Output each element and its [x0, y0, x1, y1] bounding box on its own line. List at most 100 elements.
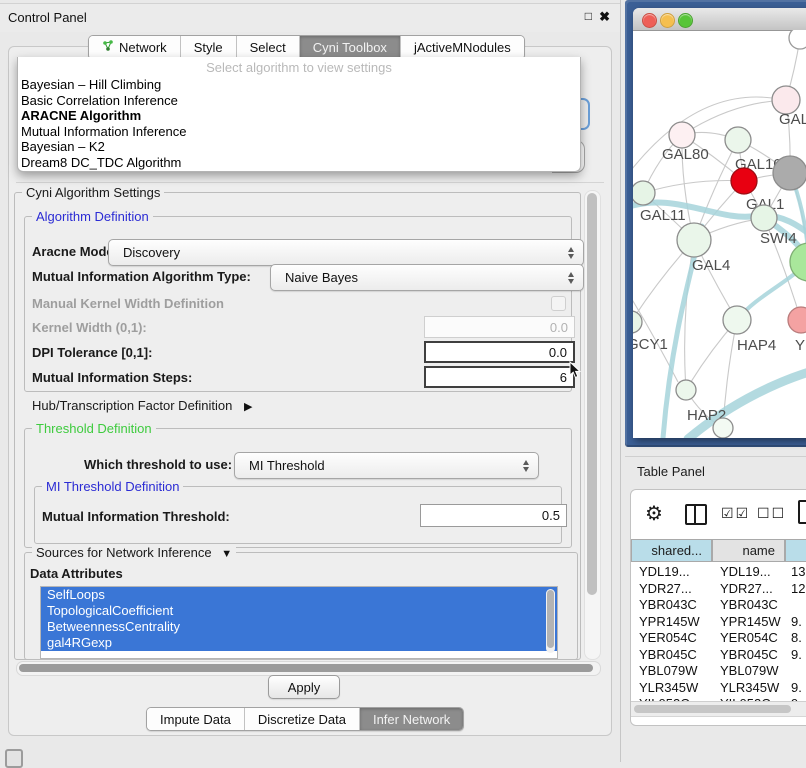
cyni-bottom-tabbar: Impute DataDiscretize Data Infer Network [146, 707, 464, 731]
which-threshold-combo[interactable]: MI Threshold [234, 452, 539, 479]
attribute-betweennesscentrality[interactable]: BetweennessCentrality [41, 619, 557, 635]
combo-spinner-icon [568, 247, 574, 259]
tab-discretize-data[interactable]: Discretize Data [244, 708, 359, 730]
apply-button[interactable]: Apply [268, 675, 340, 699]
table-row[interactable]: YBR045CYBR045C9. [631, 647, 806, 664]
close-icon[interactable]: ✖ [599, 9, 610, 25]
mi-type-combo[interactable]: Naive Bayes [270, 264, 584, 291]
table-row[interactable]: YLR345WYLR345W9. [631, 680, 806, 697]
table-row[interactable]: YPR145WYPR145W9. [631, 614, 806, 631]
minimize-traffic-light-icon[interactable] [660, 13, 675, 28]
manual-kernel-checkbox[interactable] [551, 296, 566, 311]
tab-select[interactable]: Select [236, 36, 299, 59]
dpi-tolerance-label: DPI Tolerance [0,1]: [32, 345, 152, 360]
algorithm-option-aracne-algorithm[interactable]: ARACNE Algorithm [18, 108, 580, 124]
table-row[interactable]: YBL079WYBL079W [631, 663, 806, 680]
attribute-selfloops[interactable]: SelfLoops [41, 587, 557, 603]
node-gal80[interactable] [669, 122, 695, 148]
column-header-name[interactable]: name [712, 539, 785, 562]
node-y[interactable] [788, 307, 806, 333]
settings-horizontal-scrollbar[interactable] [16, 661, 601, 676]
list-scrollbar[interactable] [546, 589, 555, 653]
tab-label: Network [119, 40, 167, 55]
gear-icon[interactable]: ⚙ [645, 501, 663, 526]
partial-bottom-button[interactable] [5, 749, 23, 768]
table-horizontal-scrollbar[interactable] [631, 701, 806, 717]
zoom-traffic-light-icon[interactable] [678, 13, 693, 28]
mi-steps-field[interactable]: 6 [424, 366, 575, 388]
select-all-checkboxes-icon[interactable]: ☑☑ [721, 505, 750, 522]
column-header-blank[interactable] [785, 539, 806, 562]
page-icon[interactable] [798, 500, 806, 524]
attribute-gal4rgexp[interactable]: gal4RGexp [41, 635, 557, 651]
algorithm-option-bayesian-hill-climbing[interactable]: Bayesian – Hill Climbing [18, 77, 580, 93]
data-attributes-list[interactable]: SelfLoopsTopologicalCoefficientBetweenne… [40, 586, 558, 659]
node-swi4[interactable] [751, 205, 777, 231]
table-cell: 9. [791, 614, 806, 631]
network-window[interactable]: GALGAL80GAL10GAL1GAL11SWI4GAL4HAP4YGCY1H… [633, 8, 806, 438]
settings-vertical-scrollbar[interactable] [584, 190, 601, 660]
table-row[interactable]: YDL19...YDL19...13 [631, 564, 806, 581]
node-gal4[interactable] [677, 223, 711, 257]
dpi-tolerance-field[interactable]: 0.0 [424, 341, 575, 363]
table-row[interactable]: YDR27...YDR27...12 [631, 581, 806, 598]
node-gal[interactable] [772, 86, 800, 114]
aracne-mode-label: Aracne Mode: [32, 244, 118, 259]
node-gal11[interactable] [633, 181, 655, 205]
node-hap4[interactable] [723, 306, 751, 334]
tab-jactivemnodules[interactable]: jActiveMNodules [400, 36, 524, 59]
network-edge-highlighted[interactable] [688, 369, 806, 438]
column-header-shared[interactable]: shared... [631, 539, 712, 562]
table-cell: YDL19... [720, 564, 787, 581]
algorithm-option-basic-correlation-inference[interactable]: Basic Correlation Inference [18, 93, 580, 109]
table-cell: YBR043C [639, 597, 714, 614]
hub-definition-toggle[interactable]: Hub/Transcription Factor Definition ▶ [32, 398, 252, 413]
node-blank[interactable] [773, 156, 806, 190]
kernel-width-label: Kernel Width (0,1): [32, 320, 147, 335]
table-cell: 8. [791, 630, 806, 647]
node-label: SWI4 [760, 230, 797, 247]
algorithm-option-mutual-information-inference[interactable]: Mutual Information Inference [18, 124, 580, 140]
tab-style[interactable]: Style [180, 36, 236, 59]
kernel-width-field[interactable]: 0.0 [424, 316, 575, 338]
algorithm-option-bayesian-k2[interactable]: Bayesian – K2 [18, 139, 580, 155]
table-row[interactable]: YBR043C YBR043C [631, 597, 806, 614]
node-label: GAL4 [692, 257, 730, 274]
table-body: YDL19...YDL19...13YDR27...YDR27...12YBR0… [631, 564, 806, 701]
which-threshold-value: MI Threshold [249, 458, 325, 473]
node-blank[interactable] [789, 30, 806, 49]
mi-threshold-field[interactable]: 0.5 [420, 504, 567, 527]
table-cell: YBR043C [720, 597, 787, 614]
columns-icon[interactable] [685, 504, 707, 525]
float-window-icon[interactable]: □ [585, 9, 592, 23]
tab-cyni-toolbox[interactable]: Cyni Toolbox [299, 36, 400, 59]
sources-group-title: Sources for Network Inference [36, 545, 212, 560]
node-blank[interactable] [713, 418, 733, 438]
table-panel-title: Table Panel [637, 464, 705, 479]
tab-label: jActiveMNodules [414, 40, 511, 55]
network-canvas[interactable]: GALGAL80GAL10GAL1GAL11SWI4GAL4HAP4YGCY1H… [633, 30, 806, 438]
tab-label: Infer Network [373, 712, 450, 727]
tab-network[interactable]: Network [89, 36, 180, 59]
attribute-topologicalcoefficient[interactable]: TopologicalCoefficient [41, 603, 557, 619]
aracne-mode-combo[interactable]: Discovery [108, 239, 584, 266]
combo-spinner-icon [523, 460, 529, 472]
table-cell [791, 597, 806, 614]
collapse-down-icon: ▼ [221, 548, 232, 560]
node-gal10[interactable] [725, 127, 751, 153]
algorithm-option-dream8-dc-tdc-algorithm[interactable]: Dream8 DC_TDC Algorithm [18, 155, 580, 171]
table-cell: YDR27... [720, 581, 787, 598]
tab-impute-data[interactable]: Impute Data [147, 708, 244, 730]
table-cell [791, 663, 806, 680]
sources-group-toggle[interactable]: Sources for Network Inference ▼ [32, 545, 236, 560]
node-gal1[interactable] [731, 168, 757, 194]
tab-infer-network[interactable]: Infer Network [359, 708, 463, 730]
network-window-titlebar[interactable] [633, 8, 806, 31]
table-cell: YDL19... [639, 564, 714, 581]
table-row[interactable]: YER054CYER054C8. [631, 630, 806, 647]
deselect-all-checkboxes-icon[interactable]: ☐☐ [757, 505, 786, 522]
close-traffic-light-icon[interactable] [642, 13, 657, 28]
node-hap2[interactable] [676, 380, 696, 400]
tab-label: Cyni Toolbox [313, 40, 387, 55]
network-edge[interactable] [643, 181, 744, 194]
